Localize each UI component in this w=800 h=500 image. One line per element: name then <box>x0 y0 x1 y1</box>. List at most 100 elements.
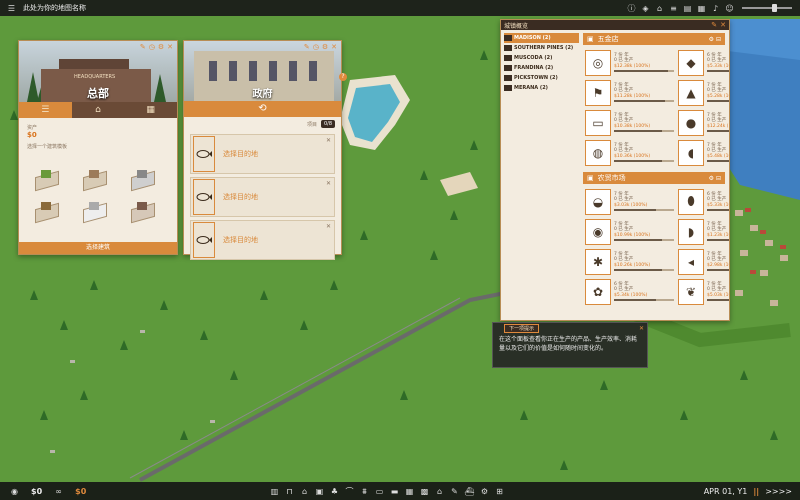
pin-icon[interactable]: ✎ <box>711 21 717 29</box>
expand-icon[interactable]: ⊞ <box>493 485 506 498</box>
collapse-icon[interactable]: ⊟ <box>716 175 721 182</box>
station-icon[interactable]: ⌂ <box>298 485 311 498</box>
close-icon[interactable]: ✕ <box>326 137 331 144</box>
tree-icon[interactable]: ♣ <box>328 485 341 498</box>
pause-button[interactable]: || <box>753 487 759 496</box>
close-icon[interactable]: ✕ <box>639 325 644 332</box>
building-template[interactable] <box>127 200 157 224</box>
fish-icon <box>193 222 215 258</box>
good-item[interactable]: ◖7 份 年0 已 生产$5.48k (100%) <box>678 139 729 166</box>
close-icon[interactable]: ✕ <box>331 43 337 51</box>
demolish-icon[interactable]: ▥ <box>268 485 281 498</box>
good-item[interactable]: ✿ 6 份 年0 已 生产 $5.34k (100%) <box>585 278 674 305</box>
close-icon[interactable]: ✕ <box>720 21 726 29</box>
list-icon[interactable]: ≡ <box>668 3 679 14</box>
government-photo: ✎ ◷ ⚙ ✕ 政府 <box>184 41 341 101</box>
people-icon[interactable]: ☺ <box>724 3 735 14</box>
road-icon[interactable]: ⌒ <box>343 485 356 498</box>
tab-factory[interactable]: ▦ <box>124 102 177 118</box>
pin-icon[interactable]: ✎ <box>140 43 146 51</box>
house-icon[interactable]: ⌂ <box>433 485 446 498</box>
next-tip-button[interactable]: 下一项提示 <box>504 323 540 333</box>
good-item[interactable]: ✱ 7 份 年0 已 生产 $10.26k (100%) <box>585 248 674 275</box>
category-header[interactable]: ▣ 农贸市场 ⚙ ⊟ <box>583 172 725 184</box>
zoom-slider-knob[interactable] <box>772 4 777 12</box>
building-template[interactable] <box>31 168 61 192</box>
close-icon[interactable]: ✕ <box>326 180 331 187</box>
good-item[interactable]: ◂7 份 年0 已 生产$2.98k (100%) <box>678 248 729 275</box>
layers-icon[interactable]: ◈ <box>640 3 651 14</box>
good-item[interactable]: ◗7 份 年0 已 生产$1.23k (100%) <box>678 218 729 245</box>
menu-icon[interactable]: ☰ <box>6 3 17 14</box>
good-item[interactable]: ◆6 份 年0 已 生产$5.33k (100%) <box>678 49 729 76</box>
town-item[interactable]: SOUTHERN PINES (2) <box>504 43 579 53</box>
building-template[interactable] <box>127 168 157 192</box>
help-marker[interactable]: ? <box>339 73 347 81</box>
good-item[interactable]: ●7 份 年0 已 生产$12.24k (100%) <box>678 109 729 136</box>
town-item[interactable]: MADISON (2) <box>504 33 579 43</box>
good-item[interactable]: ▭ 7 份 年0 已 生产 $10.38k (100%) <box>585 109 674 136</box>
paint-icon[interactable]: ✎ <box>448 485 461 498</box>
pin-icon[interactable]: ✎ <box>304 43 310 51</box>
money-value: $0 <box>27 131 37 139</box>
good-item[interactable]: ❦7 份 年0 已 生产$5.03k (100%) <box>678 278 729 305</box>
destination-slot[interactable]: 选择目的地 ✕ <box>190 220 335 260</box>
factory-icon[interactable]: ▦ <box>696 3 707 14</box>
infinity-icon[interactable]: ∞ <box>52 485 65 498</box>
town-name: MADISON (2) <box>514 35 551 41</box>
truck-icon[interactable]: ▭ <box>373 485 386 498</box>
collapse-icon[interactable]: ⊟ <box>716 36 721 43</box>
town-item[interactable]: PICKSTOWN (2) <box>504 73 579 83</box>
close-icon[interactable]: ✕ <box>326 223 331 230</box>
building-template[interactable] <box>79 200 109 224</box>
production-bar <box>707 209 729 212</box>
destination-slot[interactable]: 选择目的地 ✕ <box>190 134 335 174</box>
settings-icon[interactable]: ⚙ <box>322 43 328 51</box>
select-building-button[interactable]: 选择建筑 <box>19 242 177 254</box>
good-item[interactable]: ⬮6 份 年0 已 生产$5.33k (100%) <box>678 188 729 215</box>
info-icon[interactable]: ⓘ <box>626 3 637 14</box>
company-icon[interactable]: ◉ <box>8 485 21 498</box>
bridge-icon[interactable]: ⊓ <box>283 485 296 498</box>
fish-icon: ◂ <box>678 248 704 275</box>
refresh-icon[interactable]: ⟲ <box>258 103 266 114</box>
good-item[interactable]: ◒ 7 份 年0 已 生产 $3.03k (100%) <box>585 188 674 215</box>
headquarters-photo: ✎ ◷ ⚙ ✕ HEADQUARTERS 总部 <box>19 41 177 102</box>
speed-buttons[interactable]: >>>> <box>765 487 792 496</box>
settings-icon[interactable]: ⚙ <box>709 175 714 182</box>
category-header[interactable]: ▣ 五金店 ⚙ ⊟ <box>583 33 725 45</box>
tab-list[interactable]: ☰ <box>19 102 72 118</box>
building-template[interactable] <box>31 200 61 224</box>
good-item[interactable]: ◎ 7 份 年0 已 生产 $12.38k (100%) <box>585 49 674 76</box>
good-item[interactable]: ▲7 份 年0 已 生产$5.28k (100%) <box>678 79 729 106</box>
rail-icon[interactable]: ⩩ <box>358 485 371 498</box>
zoom-slider[interactable] <box>742 4 792 12</box>
settings-icon[interactable]: ⚙ <box>709 36 714 43</box>
farm-icon[interactable]: ▩ <box>418 485 431 498</box>
wheat-icon: ✱ <box>585 248 611 275</box>
train-icon[interactable]: ▬ <box>388 485 401 498</box>
warehouse-icon[interactable]: ▣ <box>313 485 326 498</box>
good-item[interactable]: ◉ 7 份 年0 已 生产 $10.99k (100%) <box>585 218 674 245</box>
category-name: 五金店 <box>597 35 619 43</box>
ship-icon[interactable]: ⛴ <box>463 485 476 498</box>
bell-icon[interactable]: ♪ <box>710 3 721 14</box>
close-icon[interactable]: ✕ <box>167 43 173 51</box>
settings-icon[interactable]: ⚙ <box>158 43 164 51</box>
destination-slot[interactable]: 选择目的地 ✕ <box>190 177 335 217</box>
chart-icon[interactable]: ▤ <box>682 3 693 14</box>
bank-icon[interactable]: ⌂ <box>654 3 665 14</box>
good-item[interactable]: ◍ 7 份 年0 已 生产 $10.36k (100%) <box>585 139 674 166</box>
town-item[interactable]: FRANDINA (2) <box>504 63 579 73</box>
alarm-icon[interactable]: ◷ <box>149 43 155 51</box>
factory-icon[interactable]: ▦ <box>403 485 416 498</box>
production-bar <box>707 70 729 73</box>
town-item[interactable]: MERANA (2) <box>504 83 579 93</box>
building-template[interactable] <box>79 168 109 192</box>
settings-icon[interactable]: ⚙ <box>478 485 491 498</box>
town-item[interactable]: MUSCODA (2) <box>504 53 579 63</box>
tab-building[interactable]: ⌂ <box>72 102 125 118</box>
map-name[interactable]: 此处为你的地图名称 <box>23 3 86 13</box>
alarm-icon[interactable]: ◷ <box>313 43 319 51</box>
good-item[interactable]: ⚑ 7 份 年0 已 生产 $11.28k (100%) <box>585 79 674 106</box>
